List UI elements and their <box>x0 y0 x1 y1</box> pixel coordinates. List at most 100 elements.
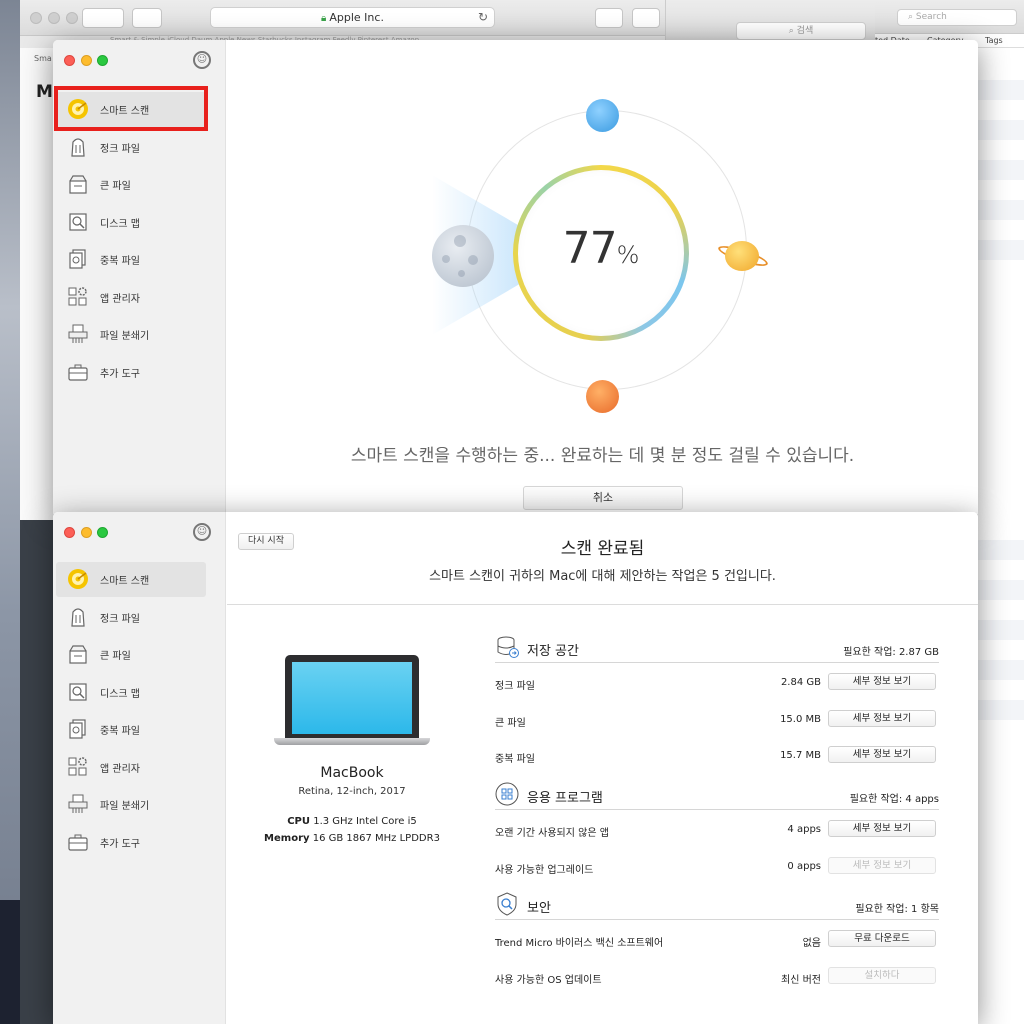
scan-status-message: 스마트 스캔을 수행하는 중... 완료하는 데 몇 분 정도 걸릴 수 있습니… <box>350 446 855 466</box>
disk-map-icon <box>67 681 89 703</box>
sidebar-item-label: 정크 파일 <box>100 613 140 625</box>
column-tags[interactable]: Tags <box>985 36 1003 45</box>
section-required-action: 필요한 작업: 4 apps <box>849 794 939 805</box>
section-title: 저장 공간 <box>527 644 579 659</box>
sidebar-item-disk-map[interactable]: 디스크 맵 <box>56 205 206 240</box>
browser-sidebar-button[interactable] <box>132 8 162 28</box>
result-row-action-button: 설치하다 <box>828 966 936 984</box>
right-window-search[interactable]: ⌕ Search <box>897 9 1017 26</box>
sidebar-item-junk-files[interactable]: 정크 파일 <box>56 130 206 165</box>
cancel-button[interactable]: 취소 <box>523 486 683 510</box>
sidebar-item-large-files[interactable]: 큰 파일 <box>56 637 206 672</box>
close-button[interactable] <box>64 55 75 66</box>
large-files-icon <box>67 643 89 665</box>
sidebar-item-label: 디스크 맵 <box>100 218 140 230</box>
minimize-button[interactable] <box>81 527 92 538</box>
browser-tab-fragment: Sma <box>34 54 52 63</box>
sidebar-item-extra-tools[interactable]: 추가 도구 <box>56 825 206 860</box>
results-title: 스캔 완료됨 <box>560 539 645 559</box>
result-row-action-button[interactable]: 세부 정보 보기 <box>828 746 936 763</box>
result-row-value: 없음 <box>802 938 821 949</box>
search-icon: ⌕ <box>788 26 794 36</box>
sidebar-item-smart-scan[interactable]: 스마트 스캔 <box>56 562 206 597</box>
lock-icon: 🔒︎ <box>321 13 327 24</box>
junk-files-icon <box>67 136 89 158</box>
result-row-label: 중복 파일 <box>495 754 535 765</box>
sidebar-item-duplicate-files[interactable]: 중복 파일 <box>56 712 206 747</box>
progress-ring: 77% <box>513 165 689 341</box>
sidebar-item-app-manager[interactable]: 앱 관리자 <box>56 280 206 315</box>
result-row-action-button[interactable]: 세부 정보 보기 <box>828 673 936 690</box>
sidebar-item-junk-files[interactable]: 정크 파일 <box>56 600 206 635</box>
browser-zoom-dot[interactable] <box>66 12 78 24</box>
sidebar-item-label: 중복 파일 <box>100 726 140 737</box>
cpu-value: 1.3 GHz Intel Core i5 <box>313 816 417 827</box>
reload-icon[interactable]: ↻ <box>478 8 488 27</box>
progress-percent: 77% <box>518 223 684 274</box>
browser-address-bar[interactable]: 🔒︎ Apple Inc. ↻ <box>210 7 495 28</box>
browser-share-button[interactable] <box>595 8 623 28</box>
browser-back-forward-buttons[interactable] <box>82 8 124 28</box>
zoom-button[interactable] <box>97 527 108 538</box>
result-row-action-button[interactable]: 세부 정보 보기 <box>828 820 936 837</box>
scan-panel: 77% 스마트 스캔을 수행하는 중... 완료하는 데 몇 분 정도 걸릴 수… <box>227 40 978 514</box>
close-button[interactable] <box>64 527 75 538</box>
sidebar-item-label: 중복 파일 <box>100 256 140 267</box>
result-row: 사용 가능한 업그레이드 0 apps 세부 정보 보기 <box>495 856 939 877</box>
result-row-label: Trend Micro 바이러스 백신 소프트웨어 <box>495 938 664 949</box>
file-shredder-icon <box>67 323 89 345</box>
right-search-label: Search <box>915 12 947 22</box>
result-row-value: 최신 버전 <box>781 974 821 986</box>
result-row-value: 4 apps <box>787 824 821 835</box>
file-shredder-icon <box>67 793 89 815</box>
sidebar-item-label: 추가 도구 <box>100 368 140 380</box>
mac-name: MacBook <box>320 765 384 781</box>
security-icon <box>495 892 519 916</box>
desktop-background-bottom <box>0 900 20 1024</box>
sidebar-item-label: 파일 분쇄기 <box>100 801 150 812</box>
progress-ring-inner: 77% <box>518 170 684 336</box>
sidebar-item-app-manager[interactable]: 앱 관리자 <box>56 750 206 785</box>
cpu-label: CPU <box>287 816 311 827</box>
result-row-action-button[interactable]: 무료 다운로드 <box>828 930 936 947</box>
sidebar-item-label: 앱 관리자 <box>100 763 140 775</box>
sidebar-item-label: 큰 파일 <box>100 651 131 662</box>
section-required-action: 필요한 작업: 2.87 GB <box>843 647 939 658</box>
zoom-button[interactable] <box>97 55 108 66</box>
result-row: 중복 파일 15.7 MB 세부 정보 보기 <box>495 746 939 766</box>
section-header: 응용 프로그램 필요한 작업: 4 apps <box>495 782 939 810</box>
sidebar-item-file-shredder[interactable]: 파일 분쇄기 <box>56 317 206 352</box>
sidebar-item-large-files[interactable]: 큰 파일 <box>56 167 206 202</box>
browser-minimize-dot[interactable] <box>48 12 60 24</box>
result-row-label: 오랜 기간 사용되지 않은 앱 <box>495 828 609 839</box>
result-row-value: 15.0 MB <box>780 713 821 725</box>
disk-map-icon <box>67 211 89 233</box>
section-required-action: 필요한 작업: 1 항목 <box>855 904 939 915</box>
desktop-background <box>0 0 20 1024</box>
mac-cpu: CPU 1.3 GHz Intel Core i5 <box>247 816 457 827</box>
app-manager-icon <box>67 286 89 308</box>
result-row: 큰 파일 15.0 MB 세부 정보 보기 <box>495 709 939 730</box>
sidebar-item-label: 디스크 맵 <box>100 688 140 700</box>
applications-icon <box>495 782 519 806</box>
browser-close-dot[interactable] <box>30 12 42 24</box>
minimize-button[interactable] <box>81 55 92 66</box>
assistant-icon[interactable]: ☺ <box>193 51 211 69</box>
assistant-icon[interactable]: ☺ <box>193 523 211 541</box>
sidebar-item-label: 정크 파일 <box>100 143 140 155</box>
middle-window-search[interactable]: ⌕ 검색 <box>736 22 866 40</box>
search-icon: ⌕ <box>908 12 914 22</box>
sidebar-item-duplicate-files[interactable]: 중복 파일 <box>56 242 206 277</box>
results-subtitle: 스마트 스캔이 귀하의 Mac에 대해 제안하는 작업은 5 건입니다. <box>429 569 776 584</box>
progress-value: 77 <box>562 223 618 274</box>
result-row-value: 0 apps <box>787 860 821 872</box>
browser-url-text: Apple Inc. <box>329 11 384 24</box>
sidebar-item-file-shredder[interactable]: 파일 분쇄기 <box>56 787 206 822</box>
sidebar-item-extra-tools[interactable]: 추가 도구 <box>56 355 206 390</box>
mac-memory: Memory 16 GB 1867 MHz LPDDR3 <box>247 833 457 844</box>
result-row-action-button[interactable]: 세부 정보 보기 <box>828 709 936 727</box>
macbook-icon <box>274 655 430 745</box>
browser-tabs-button[interactable] <box>632 8 660 28</box>
sidebar-item-disk-map[interactable]: 디스크 맵 <box>56 675 206 710</box>
results-panel: 다시 시작 스캔 완료됨 스마트 스캔이 귀하의 Mac에 대해 제안하는 작업… <box>227 512 978 1024</box>
